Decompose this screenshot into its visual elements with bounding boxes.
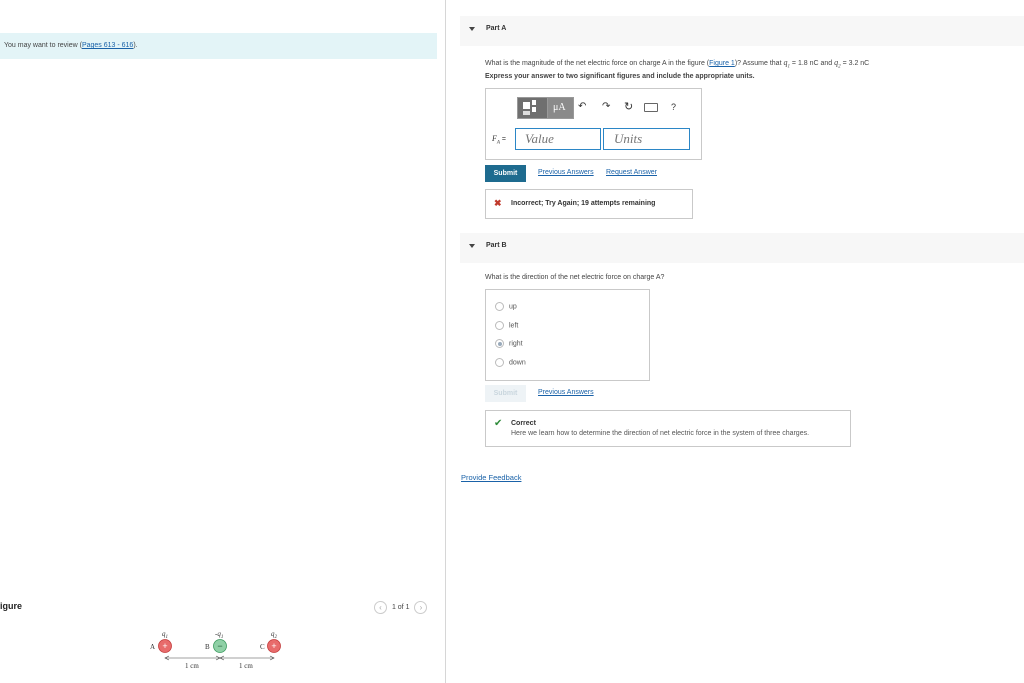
question-text: What is the magnitude of the net electri… <box>485 60 710 67</box>
review-pages-link[interactable]: Pages 613 - 616 <box>82 42 133 49</box>
point-a-label: A <box>150 643 155 651</box>
pane-divider <box>445 0 446 683</box>
radio-up[interactable] <box>495 302 504 311</box>
radio-down[interactable] <box>495 358 504 367</box>
option-down[interactable]: down <box>495 358 526 367</box>
q2-value: = 3.2 nC <box>840 60 870 67</box>
svg-text:+: + <box>162 641 167 651</box>
part-a-instruction: Express your answer to two significant f… <box>485 73 755 80</box>
part-b-previous-answers-link[interactable]: Previous Answers <box>538 389 594 396</box>
charge-a: + <box>158 639 172 653</box>
units-icon[interactable]: μA <box>547 97 574 119</box>
review-suffix: ). <box>133 42 138 49</box>
charges-figure: q1 -q1 q2 A B C + − + 1 cm 1 cm <box>150 630 281 670</box>
provide-feedback-link[interactable]: Provide Feedback <box>461 473 521 482</box>
correct-explanation: Here we learn how to determine the direc… <box>511 430 810 437</box>
point-c-label: C <box>260 643 265 651</box>
chevron-left-icon[interactable]: ‹ <box>374 601 387 614</box>
spacing-label-ab: 1 cm <box>185 662 199 670</box>
keyboard-icon[interactable] <box>644 103 658 115</box>
point-b-label: B <box>205 643 210 651</box>
svg-text:+: + <box>271 641 276 651</box>
request-answer-link[interactable]: Request Answer <box>606 169 657 176</box>
part-a-previous-answers-link[interactable]: Previous Answers <box>538 169 594 176</box>
chevron-right-icon[interactable]: › <box>414 601 428 614</box>
answer-label: FA = <box>492 134 506 146</box>
value-input[interactable] <box>515 128 601 150</box>
part-b-feedback: ✔ Correct Here we learn how to determine… <box>485 410 851 447</box>
reset-icon[interactable]: ↻ <box>624 100 633 113</box>
figure-title: igure <box>0 601 23 611</box>
undo-icon[interactable]: ↶ <box>578 101 586 112</box>
help-icon[interactable]: ? <box>671 102 676 112</box>
part-b-title: Part B <box>486 242 507 249</box>
part-a-feedback: ✖ Incorrect; Try Again; 19 attempts rema… <box>485 189 693 219</box>
options-box: up left right down <box>485 289 650 381</box>
feedback-text: Incorrect; Try Again; 19 attempts remain… <box>511 200 656 207</box>
charge-c: + <box>267 639 281 653</box>
part-b-question: What is the direction of the net electri… <box>485 274 665 281</box>
charge-c-label: q2 <box>271 630 278 640</box>
radio-right[interactable] <box>495 339 504 348</box>
option-left[interactable]: left <box>495 321 518 330</box>
part-a-question: What is the magnitude of the net electri… <box>485 58 869 70</box>
part-b-submit-button[interactable]: Submit <box>485 385 526 402</box>
part-a-header[interactable]: Part A <box>460 16 1024 46</box>
charge-b: − <box>213 639 227 653</box>
units-input[interactable] <box>603 128 690 150</box>
redo-icon[interactable]: ↷ <box>602 101 610 112</box>
review-banner: You may want to review (Pages 613 - 616)… <box>0 33 437 59</box>
checkmark-icon: ✔ <box>494 418 503 429</box>
radio-left[interactable] <box>495 321 504 330</box>
collapse-triangle-icon[interactable] <box>469 27 475 31</box>
part-a-submit-button[interactable]: Submit <box>485 165 526 182</box>
part-a-title: Part A <box>486 25 507 32</box>
review-prefix: You may want to review ( <box>4 42 82 49</box>
spacing-label-bc: 1 cm <box>239 662 253 670</box>
figure-1-link[interactable]: Figure 1 <box>709 60 735 67</box>
collapse-triangle-icon[interactable] <box>469 244 475 248</box>
templates-icon[interactable] <box>517 97 548 119</box>
option-up[interactable]: up <box>495 302 517 311</box>
figure-pager: ‹ 1 of 1 › <box>374 601 428 615</box>
left-pane: You may want to review (Pages 613 - 616)… <box>0 0 445 683</box>
question-text-mid: )? Assume that <box>734 60 784 67</box>
svg-text:−: − <box>217 641 222 651</box>
dimension-lines <box>164 655 275 661</box>
q1-value: = 1.8 nC and <box>789 60 835 67</box>
part-b-header[interactable]: Part B <box>460 233 1024 263</box>
charge-b-label: -q1 <box>215 630 223 640</box>
charge-a-label: q1 <box>162 630 168 640</box>
option-right[interactable]: right <box>495 339 523 348</box>
correct-title: Correct <box>511 420 536 427</box>
pager-label: 1 of 1 <box>391 604 410 612</box>
incorrect-x-icon: ✖ <box>494 198 502 208</box>
